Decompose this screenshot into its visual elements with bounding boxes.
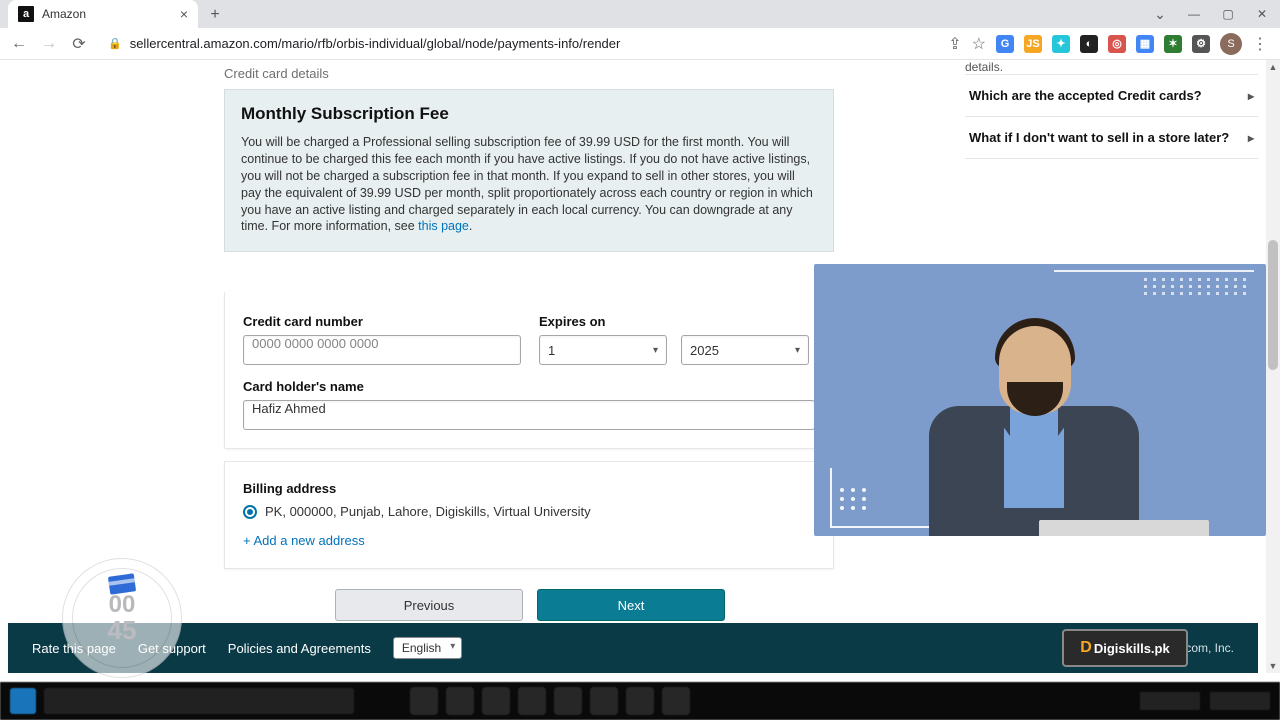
video-overlay[interactable] bbox=[814, 264, 1266, 536]
extension-js-icon[interactable]: JS bbox=[1024, 35, 1042, 53]
video-deco-dots-bl bbox=[840, 488, 868, 510]
previous-button[interactable]: Previous bbox=[335, 589, 523, 621]
billing-label: Billing address bbox=[243, 481, 336, 496]
bookmark-star-icon[interactable]: ☆ bbox=[972, 34, 986, 54]
tab-close-icon[interactable]: × bbox=[180, 6, 188, 22]
window-maximize-button[interactable]: ▢ bbox=[1214, 4, 1242, 24]
taskbar-app-icon[interactable] bbox=[446, 687, 474, 715]
billing-address-text: PK, 000000, Punjab, Lahore, Digiskills, … bbox=[265, 504, 591, 519]
expiry-year-value: 2025 bbox=[690, 343, 719, 358]
faq-item-dont-want-sell[interactable]: What if I don't want to sell in a store … bbox=[965, 116, 1258, 159]
timer-top-num: 00 bbox=[109, 593, 136, 617]
page-viewport: details. Which are the accepted Credit c… bbox=[0, 60, 1280, 720]
next-button[interactable]: Next bbox=[537, 589, 725, 621]
url-text: sellercentral.amazon.com/mario/rfb/orbis… bbox=[130, 36, 621, 51]
nav-back-button[interactable]: ← bbox=[8, 33, 30, 55]
extensions-row: ⇪ ☆ G JS ✦ ◐ ◎ ▦ ✶ ⚙ S ⋮ bbox=[948, 33, 1272, 55]
faq-hint-fragment: details. bbox=[965, 60, 1258, 74]
extension-grid-icon[interactable]: ▦ bbox=[1136, 35, 1154, 53]
cc-number-input[interactable]: 0000 0000 0000 0000 bbox=[243, 335, 521, 365]
browser-toolbar: ← → ⟳ 🔒 sellercentral.amazon.com/mario/r… bbox=[0, 28, 1280, 60]
infobox-body: You will be charged a Professional selli… bbox=[241, 134, 817, 235]
start-button[interactable] bbox=[10, 688, 36, 714]
infobox-body-pre: You will be charged a Professional selli… bbox=[241, 135, 813, 233]
address-bar[interactable]: 🔒 sellercentral.amazon.com/mario/rfb/orb… bbox=[98, 31, 940, 57]
extension-translate-icon[interactable]: G bbox=[996, 35, 1014, 53]
taskbar-app-icon[interactable] bbox=[554, 687, 582, 715]
timer-bottom-num: 45 bbox=[108, 617, 137, 643]
footer-language-select[interactable]: English bbox=[393, 637, 462, 659]
window-minimize-button[interactable]: — bbox=[1180, 4, 1208, 24]
taskbar-app-icon[interactable] bbox=[410, 687, 438, 715]
faq-q2-label: What if I don't want to sell in a store … bbox=[969, 130, 1229, 145]
tabs-chevron-icon[interactable]: ⌄ bbox=[1146, 4, 1174, 24]
wizard-nav: Previous Next bbox=[335, 589, 1280, 621]
taskbar-clock[interactable] bbox=[1210, 692, 1270, 710]
faq-item-accepted-cards[interactable]: Which are the accepted Credit cards? bbox=[965, 74, 1258, 116]
radio-selected-icon bbox=[243, 505, 257, 519]
extension-gear-icon[interactable]: ⚙ bbox=[1192, 35, 1210, 53]
expires-label: Expires on bbox=[539, 314, 815, 329]
taskbar-app-icon[interactable] bbox=[482, 687, 510, 715]
video-deco-line bbox=[1054, 270, 1254, 272]
new-tab-button[interactable]: + bbox=[202, 2, 228, 28]
expiry-year-select[interactable]: 2025 bbox=[681, 335, 809, 365]
faq-panel: details. Which are the accepted Credit c… bbox=[965, 60, 1258, 159]
browser-tab[interactable]: a Amazon × bbox=[8, 0, 198, 28]
page-scrollbar[interactable]: ▲ ▼ bbox=[1266, 60, 1280, 673]
scrollbar-thumb[interactable] bbox=[1268, 240, 1278, 370]
subscription-fee-infobox: Monthly Subscription Fee You will be cha… bbox=[224, 89, 834, 252]
infobox-title: Monthly Subscription Fee bbox=[241, 104, 817, 124]
lock-icon: 🔒 bbox=[108, 37, 122, 50]
taskbar-app-icon[interactable] bbox=[590, 687, 618, 715]
holder-name-label: Card holder's name bbox=[243, 379, 815, 394]
cc-number-label: Credit card number bbox=[243, 314, 521, 329]
credit-card-form: Credit card number 0000 0000 0000 0000 E… bbox=[224, 292, 834, 449]
extension-circle-icon[interactable]: ◐ bbox=[1080, 35, 1098, 53]
extension-puzzle-icon[interactable]: ✶ bbox=[1164, 35, 1182, 53]
infobox-body-post: . bbox=[469, 219, 472, 233]
taskbar-app-icon[interactable] bbox=[518, 687, 546, 715]
billing-address-panel: Billing address PK, 000000, Punjab, Laho… bbox=[224, 461, 834, 569]
expiry-month-value: 1 bbox=[548, 343, 555, 358]
scrollbar-down-arrow[interactable]: ▼ bbox=[1266, 659, 1280, 673]
credit-card-icon bbox=[108, 573, 136, 594]
extension-sparkle-icon[interactable]: ✦ bbox=[1052, 35, 1070, 53]
taskbar-app-icon[interactable] bbox=[662, 687, 690, 715]
profile-avatar[interactable]: S bbox=[1220, 33, 1242, 55]
taskbar-search[interactable] bbox=[44, 688, 354, 714]
taskbar-tray[interactable] bbox=[1140, 692, 1200, 710]
badge-d-icon: D bbox=[1080, 639, 1092, 657]
timer-widget: 00 45 bbox=[62, 558, 182, 678]
taskbar-app-icon[interactable] bbox=[626, 687, 654, 715]
browser-titlebar: a Amazon × + ⌄ — ▢ ✕ bbox=[0, 0, 1280, 28]
faq-q1-label: Which are the accepted Credit cards? bbox=[969, 88, 1202, 103]
expiry-month-select[interactable]: 1 bbox=[539, 335, 667, 365]
video-deco-dots-top bbox=[1144, 278, 1248, 295]
billing-address-option[interactable]: PK, 000000, Punjab, Lahore, Digiskills, … bbox=[243, 504, 815, 519]
windows-taskbar[interactable] bbox=[0, 682, 1280, 720]
holder-name-input[interactable]: Hafiz Ahmed bbox=[243, 400, 815, 430]
window-close-button[interactable]: ✕ bbox=[1248, 4, 1276, 24]
badge-text: Digiskills.pk bbox=[1094, 641, 1170, 656]
scrollbar-up-arrow[interactable]: ▲ bbox=[1266, 60, 1280, 74]
extension-shield-icon[interactable]: ◎ bbox=[1108, 35, 1126, 53]
add-new-address-link[interactable]: + Add a new address bbox=[243, 533, 365, 548]
tab-title: Amazon bbox=[42, 7, 86, 21]
share-icon[interactable]: ⇪ bbox=[948, 34, 961, 54]
presenter-figure bbox=[909, 296, 1159, 536]
browser-menu-icon[interactable]: ⋮ bbox=[1252, 34, 1268, 54]
digiskills-badge: D Digiskills.pk bbox=[1062, 629, 1188, 667]
nav-forward-button[interactable]: → bbox=[38, 33, 60, 55]
tab-favicon: a bbox=[18, 6, 34, 22]
infobox-link[interactable]: this page bbox=[418, 219, 469, 233]
footer-policies-link[interactable]: Policies and Agreements bbox=[228, 641, 371, 656]
nav-reload-button[interactable]: ⟳ bbox=[68, 33, 90, 55]
